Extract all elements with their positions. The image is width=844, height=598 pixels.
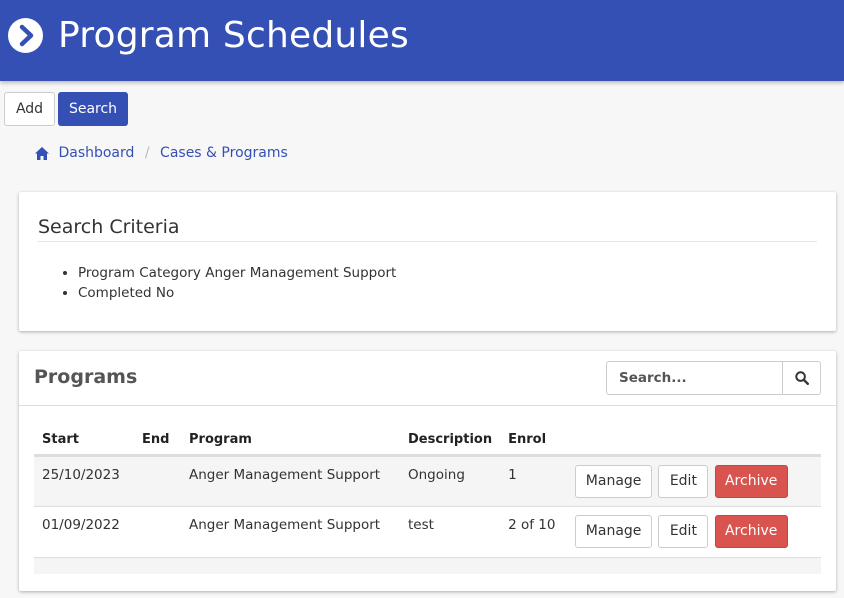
chevron-right-circle-icon[interactable] — [8, 18, 43, 53]
column-header-actions — [567, 425, 821, 457]
edit-button[interactable]: Edit — [658, 464, 709, 498]
search-criteria-title: Search Criteria — [38, 216, 180, 238]
search-criteria-panel: Search Criteria Program Category Anger M… — [19, 192, 836, 331]
archive-button[interactable]: Archive — [714, 464, 788, 498]
app-header: Program Schedules — [0, 0, 844, 81]
programs-title: Programs — [34, 366, 138, 388]
column-header-description[interactable]: Description — [400, 425, 501, 457]
cell-end — [134, 455, 181, 507]
edit-button[interactable]: Edit — [658, 514, 709, 548]
cell-program: Anger Management Support — [181, 506, 400, 558]
column-header-enrol[interactable]: Enrol — [500, 425, 568, 457]
cell-end — [134, 506, 181, 558]
table-footer-row — [34, 557, 821, 574]
row-actions: Manage Edit Archive — [567, 506, 821, 558]
table-header-row: Start End Program Description Enrol — [34, 425, 821, 457]
cell-start: 01/09/2022 — [34, 506, 134, 558]
cell-enrol: 1 — [500, 455, 568, 507]
breadcrumb-cases-programs[interactable]: Cases & Programs — [160, 145, 288, 161]
table-footer — [34, 557, 821, 574]
programs-table: Start End Program Description Enrol 25/1… — [34, 425, 821, 574]
archive-button[interactable]: Archive — [714, 514, 788, 548]
cell-description: Ongoing — [400, 455, 501, 507]
manage-button[interactable]: Manage — [575, 514, 653, 548]
cell-enrol: 2 of 10 — [500, 506, 568, 558]
add-button[interactable]: Add — [4, 92, 55, 126]
breadcrumb: Dashboard / Cases & Programs — [34, 145, 288, 165]
manage-button[interactable]: Manage — [575, 464, 653, 498]
cell-start: 25/10/2023 — [34, 455, 134, 507]
home-icon[interactable] — [34, 146, 50, 161]
cell-description: test — [400, 506, 501, 558]
divider — [19, 405, 836, 406]
criteria-list: Program Category Anger Management Suppor… — [78, 263, 396, 303]
breadcrumb-separator: / — [144, 145, 150, 161]
divider — [38, 241, 817, 242]
column-header-end[interactable]: End — [134, 425, 181, 457]
programs-search-input[interactable] — [607, 362, 782, 394]
criteria-item: Program Category Anger Management Suppor… — [78, 263, 396, 283]
table-row: 01/09/2022 Anger Management Support test… — [34, 506, 821, 558]
programs-search-button[interactable] — [782, 362, 820, 394]
page-title: Program Schedules — [58, 15, 409, 56]
table-row: 25/10/2023 Anger Management Support Ongo… — [34, 455, 821, 507]
programs-panel: Programs Start End Program Description E… — [19, 351, 836, 591]
breadcrumb-dashboard[interactable]: Dashboard — [58, 145, 134, 161]
search-button[interactable]: Search — [58, 92, 128, 126]
column-header-start[interactable]: Start — [34, 425, 134, 457]
search-icon — [795, 371, 809, 385]
cell-program: Anger Management Support — [181, 455, 400, 507]
programs-search — [606, 361, 821, 395]
criteria-item: Completed No — [78, 283, 396, 303]
row-actions: Manage Edit Archive — [567, 455, 821, 507]
column-header-program[interactable]: Program — [181, 425, 400, 457]
